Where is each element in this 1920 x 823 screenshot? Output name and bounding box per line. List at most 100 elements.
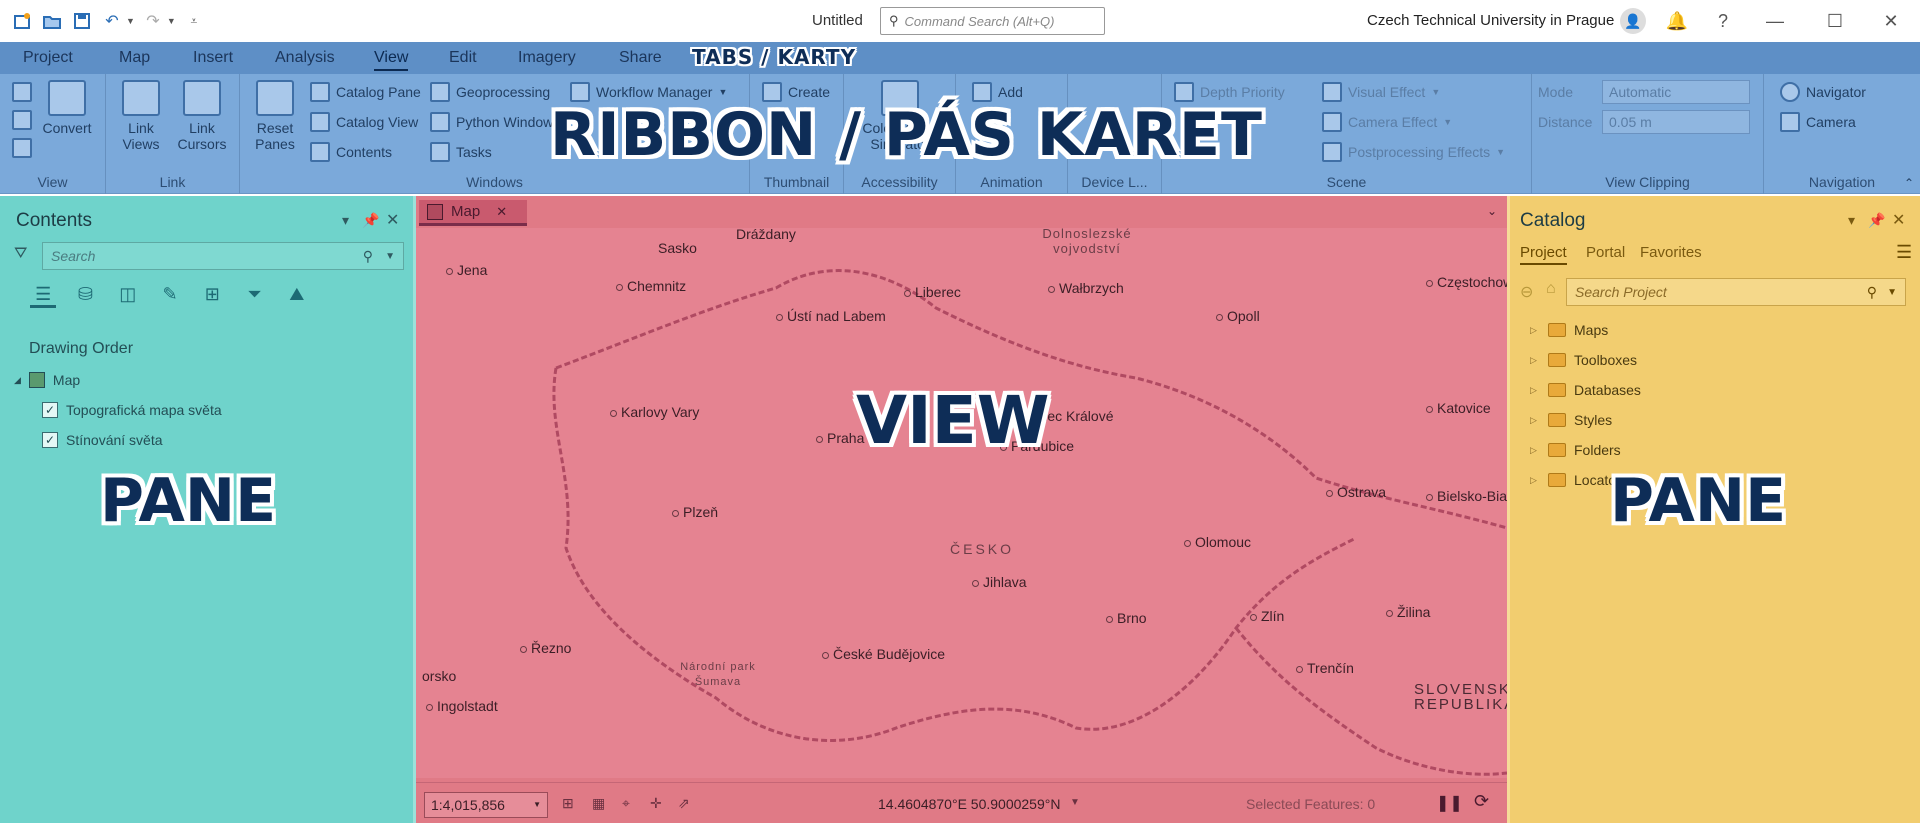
snapping-icon[interactable]: ⌖	[622, 795, 630, 812]
catalog-pane-button[interactable]: Catalog Pane	[310, 82, 421, 102]
list-by-drawing-order-icon[interactable]: ☰	[30, 284, 57, 308]
map-canvas[interactable]: Dráždany Sasko Jena Chemnitz Liberec Úst…	[416, 226, 1507, 778]
list-by-selection-icon[interactable]: ◫	[115, 284, 141, 308]
list-by-labeling-icon[interactable]: ⏷	[241, 284, 267, 308]
notifications-bell-icon[interactable]: 🔔	[1662, 6, 1692, 36]
depth-priority-button[interactable]: Depth Priority	[1174, 82, 1285, 102]
view-tool2-icon[interactable]	[12, 110, 32, 130]
undo-dropdown-icon[interactable]: ▼	[126, 16, 135, 26]
link-views-button[interactable]: Link Views	[116, 80, 166, 152]
command-search-input[interactable]: ⚲ Command Search (Alt+Q)	[880, 7, 1105, 35]
tab-edit[interactable]: Edit	[449, 49, 477, 67]
undo-icon[interactable]: ↶	[100, 9, 124, 33]
map-view-tab[interactable]: Map ✕	[419, 200, 527, 226]
maximize-icon[interactable]: ☐	[1820, 6, 1850, 36]
add-animation-button[interactable]: Add	[972, 82, 1023, 102]
redo-icon[interactable]: ↷	[141, 9, 165, 33]
link-cursors-button[interactable]: Link Cursors	[172, 80, 232, 152]
customize-toolbar-icon[interactable]: ⩡	[182, 9, 206, 33]
filter-icon[interactable]: ⛛	[14, 245, 27, 263]
contents-search-input[interactable]: Search ⚲ ▼	[42, 242, 404, 270]
redo-dropdown-icon[interactable]: ▼	[167, 16, 176, 26]
python-window-button[interactable]: Python Window	[430, 112, 553, 132]
list-by-source-icon[interactable]: ⛁	[72, 284, 98, 308]
pane-options-icon[interactable]: ▾	[342, 212, 349, 229]
view-options-icon[interactable]: ⌄	[1487, 204, 1497, 218]
pane-options-icon[interactable]: ▾	[1848, 212, 1855, 229]
chevron-down-icon[interactable]: ▼	[1070, 797, 1080, 808]
geoprocessing-button[interactable]: Geoprocessing	[430, 82, 550, 102]
layer-row[interactable]: ✓ Stínování světa	[42, 432, 163, 448]
view-tool-icon[interactable]	[12, 82, 32, 102]
camera-button[interactable]: Camera	[1780, 112, 1856, 132]
back-icon[interactable]: ⊖	[1520, 282, 1533, 302]
mode-select[interactable]: Automatic	[1602, 80, 1750, 104]
close-tab-icon[interactable]: ✕	[496, 204, 507, 220]
tab-project[interactable]: Project	[23, 49, 73, 67]
view-tool3-icon[interactable]	[12, 138, 32, 158]
tab-share[interactable]: Share	[619, 49, 662, 67]
list-by-perspective-icon[interactable]: ⛰	[284, 284, 310, 308]
zoom-to-extent-icon[interactable]: ⊞	[562, 795, 574, 812]
pause-drawing-icon[interactable]: ❚❚	[1436, 793, 1463, 813]
expand-arrow-icon[interactable]: ▷	[1530, 415, 1540, 426]
convert-button[interactable]: Convert	[40, 80, 94, 136]
layer-visibility-checkbox[interactable]: ✓	[42, 402, 58, 418]
north-arrow-icon[interactable]: ⇗	[678, 795, 690, 812]
catalog-search-input[interactable]: Search Project ⚲ ▼	[1566, 278, 1906, 306]
tasks-button[interactable]: Tasks	[430, 142, 492, 162]
catalog-item-toolboxes[interactable]: ▷ Toolboxes	[1530, 352, 1637, 368]
reset-panes-button[interactable]: Reset Panes	[250, 80, 300, 152]
tab-map[interactable]: Map	[119, 49, 150, 67]
distance-input[interactable]: 0.05 m	[1602, 110, 1750, 134]
expand-arrow-icon[interactable]: ▷	[1530, 355, 1540, 366]
refresh-icon[interactable]: ⟳	[1474, 791, 1489, 812]
catalog-item-databases[interactable]: ▷ Databases	[1530, 382, 1641, 398]
expand-arrow-icon[interactable]: ▷	[1530, 445, 1540, 456]
chevron-down-icon[interactable]: ▼	[385, 251, 395, 262]
catalog-view-button[interactable]: Catalog View	[310, 112, 418, 132]
pin-icon[interactable]: 📌	[362, 212, 379, 229]
workflow-manager-button[interactable]: Workflow Manager ▼	[570, 82, 727, 102]
scale-select[interactable]: 1:4,015,856 ▼	[424, 792, 548, 818]
expand-arrow-icon[interactable]: ▷	[1530, 475, 1540, 486]
minimize-icon[interactable]: —	[1760, 6, 1790, 36]
tab-imagery[interactable]: Imagery	[518, 49, 576, 67]
close-pane-icon[interactable]: ✕	[386, 210, 399, 230]
menu-icon[interactable]: ☰	[1896, 242, 1912, 263]
expand-arrow-icon[interactable]: ▷	[1530, 385, 1540, 396]
catalog-tab-favorites[interactable]: Favorites	[1640, 244, 1702, 261]
tab-analysis[interactable]: Analysis	[275, 49, 335, 67]
catalog-tab-project[interactable]: Project	[1520, 244, 1567, 265]
layer-row[interactable]: ✓ Topografická mapa světa	[42, 402, 222, 418]
pin-icon[interactable]: 📌	[1868, 212, 1885, 229]
tab-view[interactable]: View	[374, 49, 409, 71]
map-tree-item[interactable]: ◢ Map	[14, 372, 80, 388]
close-pane-icon[interactable]: ✕	[1892, 210, 1905, 230]
camera-effect-button[interactable]: Camera Effect ▼	[1322, 112, 1452, 132]
layer-visibility-checkbox[interactable]: ✓	[42, 432, 58, 448]
collapse-ribbon-icon[interactable]: ⌃	[1904, 176, 1914, 190]
collapse-arrow-icon[interactable]: ◢	[14, 375, 21, 386]
postprocessing-effects-button[interactable]: Postprocessing Effects ▼	[1322, 142, 1505, 162]
visual-effect-button[interactable]: Visual Effect ▼	[1322, 82, 1440, 102]
list-by-snapping-icon[interactable]: ⊞	[199, 284, 225, 308]
catalog-item-styles[interactable]: ▷ Styles	[1530, 412, 1612, 428]
list-by-editing-icon[interactable]: ✎	[157, 284, 183, 308]
crosshair-icon[interactable]: ✛	[650, 795, 662, 812]
open-project-icon[interactable]	[40, 9, 64, 33]
user-avatar-icon[interactable]: 👤	[1618, 6, 1648, 36]
grid-icon[interactable]: ▦	[592, 795, 605, 812]
home-icon[interactable]: ⌂	[1546, 280, 1556, 298]
close-icon[interactable]: ✕	[1876, 6, 1906, 36]
tab-insert[interactable]: Insert	[193, 49, 233, 67]
catalog-item-maps[interactable]: ▷ Maps	[1530, 322, 1608, 338]
chevron-down-icon[interactable]: ▼	[1887, 287, 1897, 298]
contents-button[interactable]: Contents	[310, 142, 392, 162]
help-icon[interactable]: ?	[1708, 6, 1738, 36]
catalog-item-folders[interactable]: ▷ Folders	[1530, 442, 1621, 458]
navigator-button[interactable]: Navigator	[1780, 82, 1866, 102]
new-project-icon[interactable]	[10, 9, 34, 33]
save-icon[interactable]	[70, 9, 94, 33]
expand-arrow-icon[interactable]: ▷	[1530, 325, 1540, 336]
